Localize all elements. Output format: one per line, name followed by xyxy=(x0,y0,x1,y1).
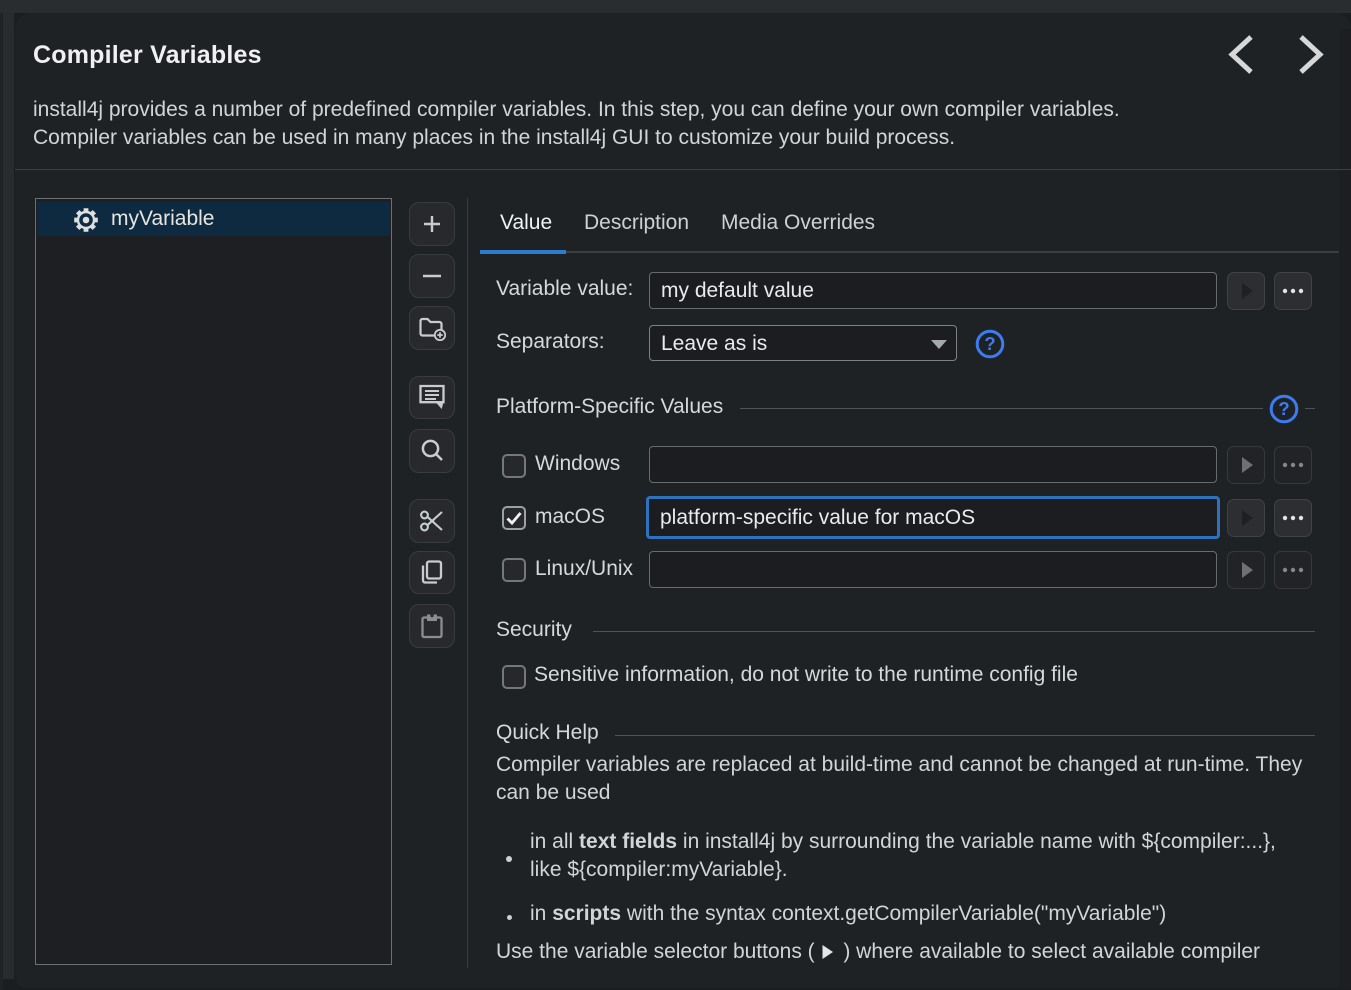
svg-text:?: ? xyxy=(984,333,995,354)
svg-text:?: ? xyxy=(1278,398,1289,419)
